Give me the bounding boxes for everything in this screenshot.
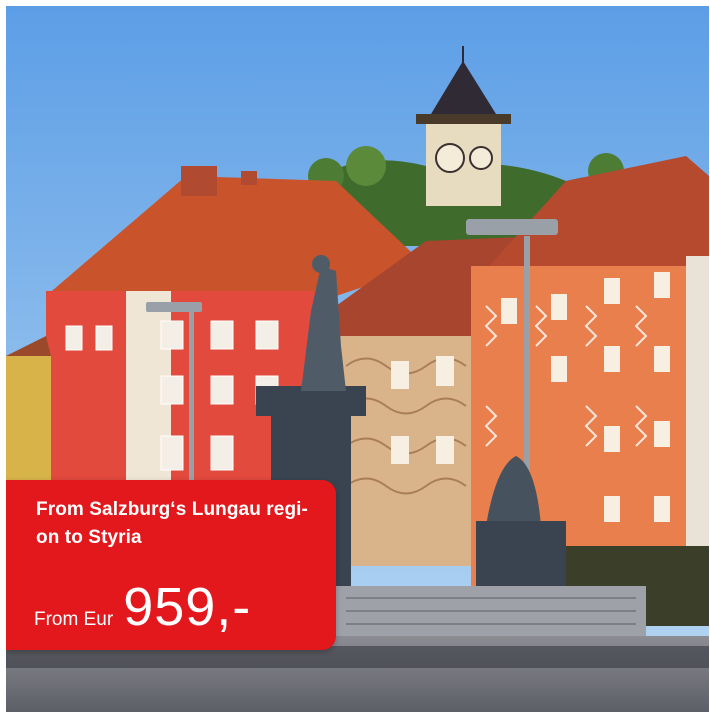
- offer-card[interactable]: From Salzburg‘s Lungau regi-on to Styria…: [6, 6, 709, 712]
- offer-banner[interactable]: From Salzburg‘s Lungau regi-on to Styria…: [6, 480, 336, 650]
- price-row: From Eur 959,-: [34, 580, 251, 634]
- price-prefix: From Eur: [34, 609, 114, 630]
- price-value: 959,-: [123, 577, 252, 637]
- offer-title: From Salzburg‘s Lungau regi-on to Styria: [36, 499, 308, 548]
